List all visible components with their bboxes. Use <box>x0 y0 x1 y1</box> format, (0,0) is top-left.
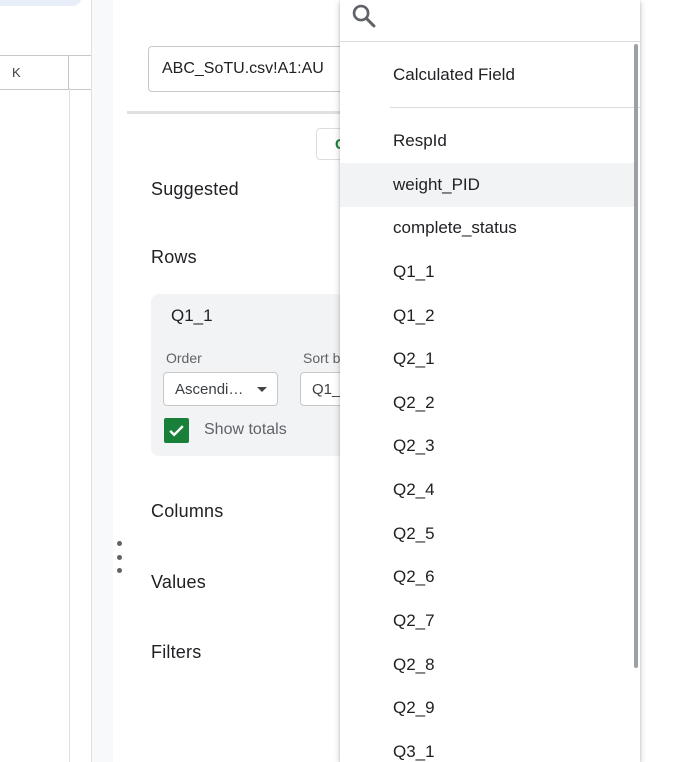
field-search-input[interactable] <box>340 0 640 42</box>
field-option[interactable]: Q2_3 <box>340 424 636 468</box>
field-option[interactable]: complete_status <box>340 206 636 250</box>
sort-by-label: Sort b <box>303 350 341 366</box>
show-totals-label: Show totals <box>204 421 287 438</box>
menu-divider <box>390 107 640 108</box>
field-option[interactable]: Q2_1 <box>340 337 636 381</box>
field-option[interactable]: Q1_2 <box>340 294 636 338</box>
field-option[interactable]: Q2_5 <box>340 512 636 556</box>
field-option[interactable]: weight_PID <box>340 163 636 207</box>
field-option[interactable]: Q2_7 <box>340 599 636 643</box>
filters-heading: Filters <box>151 642 202 662</box>
sheet-scroll-gutter <box>91 0 114 762</box>
field-option[interactable]: Q2_4 <box>340 468 636 512</box>
more-vert-icon[interactable] <box>114 541 124 573</box>
field-option[interactable]: Q2_8 <box>340 643 636 687</box>
field-option[interactable]: RespId <box>340 119 636 163</box>
field-option[interactable]: Q2_9 <box>340 686 636 730</box>
column-header-row: K <box>0 55 91 90</box>
values-heading: Values <box>151 572 206 592</box>
column-divider <box>69 88 70 762</box>
order-label: Order <box>166 350 202 366</box>
field-option[interactable]: Q1_1 <box>340 250 636 294</box>
search-icon <box>352 4 376 28</box>
field-option[interactable]: Q3_1 <box>340 730 636 762</box>
columns-heading: Columns <box>151 501 224 521</box>
sheet-top-pill <box>0 0 82 6</box>
row-field-title: Q1_1 <box>171 306 213 325</box>
order-select[interactable]: Ascendi… <box>163 372 278 406</box>
dropdown-scrollbar[interactable] <box>634 44 638 668</box>
chevron-down-icon <box>257 387 267 392</box>
column-header-k[interactable]: K <box>0 56 69 89</box>
field-option[interactable]: Q2_6 <box>340 555 636 599</box>
rows-heading: Rows <box>151 247 197 267</box>
sort-by-select-value: Q1_ <box>312 380 341 398</box>
sheet-grid: K <box>0 0 91 762</box>
show-totals-checkbox[interactable] <box>164 418 189 443</box>
field-option[interactable]: Q2_2 <box>340 381 636 425</box>
order-select-value: Ascendi… <box>175 380 244 398</box>
field-dropdown-menu: Calculated Field RespId weight_PID complet… <box>340 0 640 762</box>
calculated-field-option[interactable]: Calculated Field <box>393 65 515 85</box>
check-icon <box>169 425 184 437</box>
suggested-heading: Suggested <box>151 179 239 199</box>
